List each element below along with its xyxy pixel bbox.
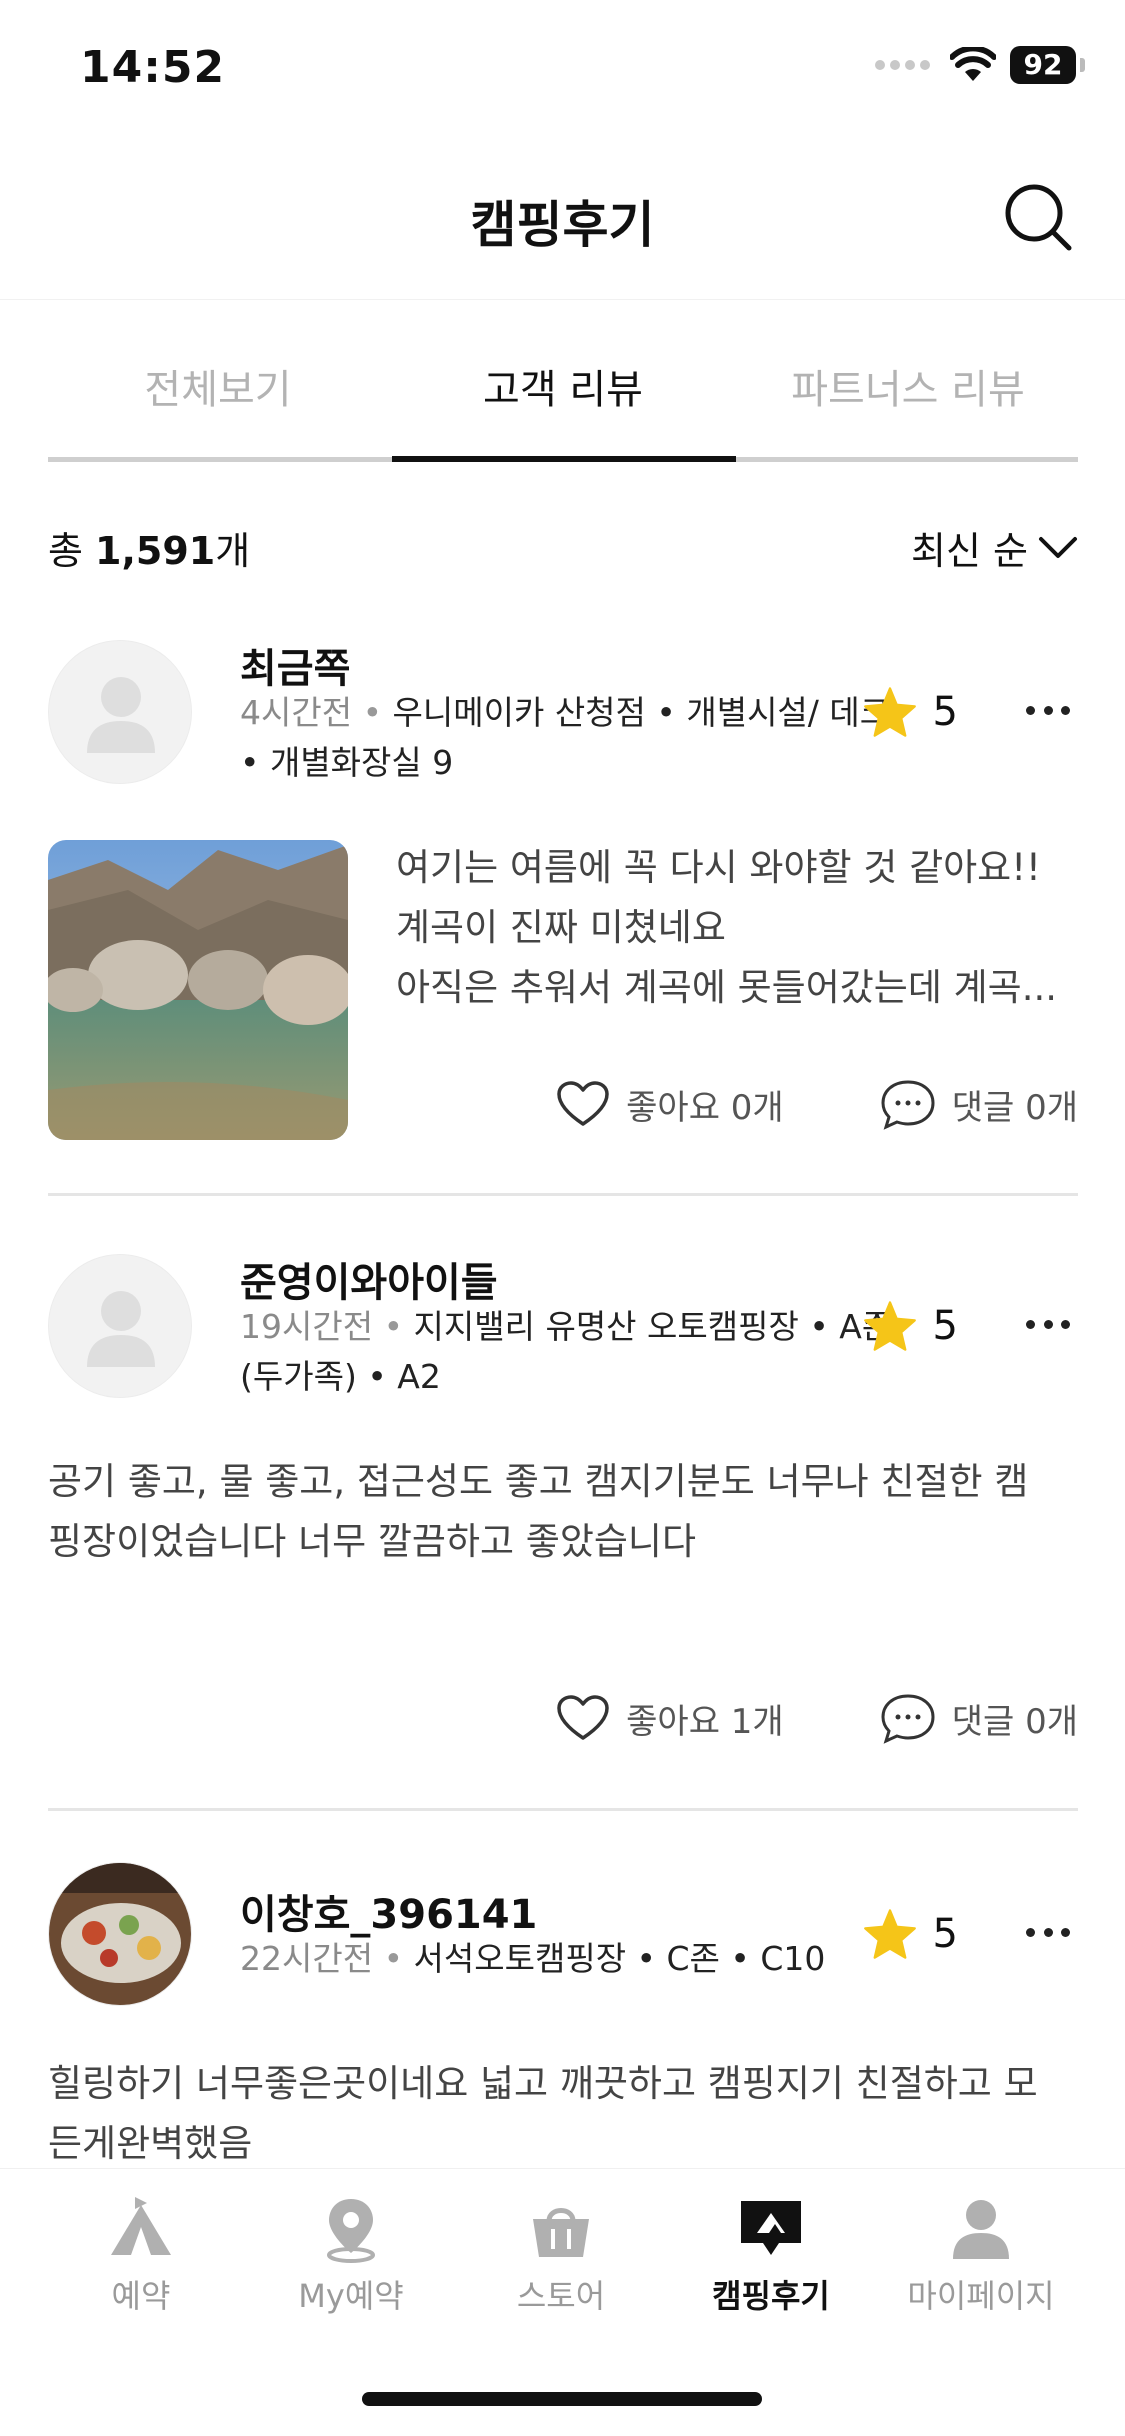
review-meta: 22시간전 • 서석오토캠핑장 • C존 • C10: [240, 1939, 826, 1978]
review-item: 최금쪽 4시간전 • 우니메이카 산청점 • 개별시설/ 데크 • 개별화장실 …: [48, 636, 1078, 1196]
tab-customer-reviews[interactable]: 고객 리뷰: [393, 330, 733, 462]
review-summary: 총 1,591개 최신 순: [48, 520, 1078, 580]
person-icon: [953, 2200, 1009, 2259]
reviewer-name[interactable]: 최금쪽: [240, 636, 350, 694]
nav-label: 예약: [111, 2277, 171, 2315]
star-icon: [863, 1301, 916, 1351]
status-bar: 14:52 92: [0, 0, 1125, 140]
nav-store[interactable]: 스토어: [456, 2193, 666, 2317]
page-title: 캠핑후기: [470, 196, 655, 254]
sort-dropdown[interactable]: 최신 순: [911, 520, 1078, 575]
like-count: 좋아요 1개: [626, 1701, 784, 1742]
user-photo-avatar: [49, 1863, 191, 2005]
avatar[interactable]: [48, 1862, 192, 2006]
status-time: 14:52: [80, 42, 226, 93]
search-icon[interactable]: [1003, 182, 1073, 252]
rating-value: 5: [932, 1303, 958, 1349]
default-avatar-icon: [87, 677, 155, 753]
review-time: 4시간전: [240, 693, 353, 732]
review-text[interactable]: 공기 좋고, 물 좋고, 접근성도 좋고 캠지기분도 너무나 친절한 캠 핑장이…: [48, 1452, 1078, 1572]
review-bubble-icon: [741, 2201, 801, 2255]
review-text-line: 힐링하기 너무좋은곳이네요 넓고 깨끗하고 캠핑지기 친절하고 모: [48, 2062, 1038, 2105]
review-meta: 4시간전 • 우니메이카 산청점 • 개별시설/ 데크 • 개별화장실 9: [240, 693, 891, 782]
review-text[interactable]: 힐링하기 너무좋은곳이네요 넓고 깨끗하고 캠핑지기 친절하고 모 든게완벽했음: [48, 2054, 1078, 2174]
status-indicators: 92: [875, 46, 1085, 84]
default-avatar-icon: [87, 1291, 155, 1367]
rating: 5: [863, 686, 958, 738]
cellular-signal-icon: [875, 60, 930, 70]
comment-button[interactable]: 댓글 0개: [880, 1078, 1078, 1130]
active-tab-indicator: [392, 456, 736, 462]
shopping-basket-icon: [533, 2208, 589, 2257]
review-time: 19시간전: [240, 1307, 374, 1346]
comment-count: 댓글 0개: [951, 1087, 1078, 1128]
review-tabs: 전체보기 고객 리뷰 파트너스 리뷰: [48, 330, 1078, 462]
review-text-line: 든게완벽했음: [48, 2122, 253, 2165]
more-options-icon[interactable]: [1026, 1928, 1070, 1940]
star-icon: [863, 687, 916, 737]
rating: 5: [863, 1300, 958, 1352]
sort-label: 최신 순: [911, 529, 1028, 573]
total-suffix: 개: [215, 529, 251, 573]
wifi-icon: [950, 47, 996, 81]
review-text-line: 계곡이 진짜 미쳤네요: [396, 906, 726, 949]
tab-all[interactable]: 전체보기: [48, 330, 388, 462]
review-item: 준영이와아이들 19시간전 • 지지밸리 유명산 오토캠핑장 • A존(두가족)…: [48, 1250, 1078, 1810]
header: 캠핑후기: [0, 140, 1125, 300]
heart-icon: [557, 1081, 609, 1126]
nav-camping-reviews[interactable]: 캠핑후기: [666, 2193, 876, 2317]
rating: 5: [863, 1908, 958, 1960]
comment-icon: [881, 1080, 935, 1130]
campsite-info[interactable]: 서석오토캠핑장 • C존 • C10: [414, 1939, 826, 1978]
review-meta: 19시간전 • 지지밸리 유명산 오토캠핑장 • A존(두가족) • A2: [240, 1307, 893, 1396]
review-actions: 좋아요 0개 댓글 0개: [556, 1078, 1078, 1130]
tent-icon: [111, 2197, 171, 2255]
review-text-line: 아직은 추워서 계곡에 못들어갔는데 계곡...: [396, 966, 1058, 1009]
review-text[interactable]: 여기는 여름에 꼭 다시 와야할 것 같아요!! 계곡이 진짜 미쳤네요 아직은…: [396, 838, 1078, 1018]
chevron-down-icon: [1039, 536, 1077, 558]
location-pin-icon: [327, 2199, 375, 2263]
review-divider: [48, 1808, 1078, 1811]
more-options-icon[interactable]: [1026, 1320, 1070, 1332]
nav-label: 마이페이지: [907, 2277, 1055, 2315]
like-count: 좋아요 0개: [626, 1087, 784, 1128]
comment-button[interactable]: 댓글 0개: [880, 1692, 1078, 1744]
star-icon: [863, 1909, 916, 1959]
tab-partner-reviews[interactable]: 파트너스 리뷰: [738, 330, 1078, 462]
rating-value: 5: [932, 689, 958, 735]
reviewer-name[interactable]: 준영이와아이들: [240, 1250, 498, 1308]
review-text-line: 여기는 여름에 꼭 다시 와야할 것 같아요!!: [396, 846, 1041, 889]
reviewer-name[interactable]: 이창호_396141: [240, 1882, 537, 1940]
nav-my-reservation[interactable]: My예약: [246, 2193, 456, 2317]
battery-cap: [1080, 58, 1085, 72]
nav-label: 스토어: [516, 2277, 606, 2315]
avatar[interactable]: [48, 640, 192, 784]
total-prefix: 총: [48, 529, 96, 573]
review-text-line: 핑장이었습니다 너무 깔끔하고 좋았습니다: [48, 1520, 697, 1563]
home-indicator[interactable]: [362, 2392, 762, 2406]
nav-my-page[interactable]: 마이페이지: [876, 2193, 1086, 2317]
like-button[interactable]: 좋아요 0개: [556, 1080, 784, 1129]
nav-label: 캠핑후기: [712, 2277, 830, 2315]
nav-reservation[interactable]: 예약: [36, 2193, 246, 2317]
review-time: 22시간전: [240, 1939, 374, 1978]
review-item: 이창호_396141 22시간전 • 서석오토캠핑장 • C존 • C10 5 …: [48, 1858, 1078, 2168]
total-count: 1,591: [95, 529, 216, 573]
review-divider: [48, 1193, 1078, 1196]
nav-label: My예약: [298, 2277, 404, 2315]
review-photo[interactable]: [48, 840, 348, 1140]
rating-value: 5: [932, 1911, 958, 1957]
review-text-line: 공기 좋고, 물 좋고, 접근성도 좋고 캠지기분도 너무나 친절한 캠: [48, 1460, 1029, 1503]
battery-indicator: 92: [1010, 46, 1076, 84]
more-options-icon[interactable]: [1026, 706, 1070, 718]
review-actions: 좋아요 1개 댓글 0개: [556, 1692, 1078, 1744]
comment-icon: [881, 1694, 935, 1744]
avatar[interactable]: [48, 1254, 192, 1398]
heart-icon: [557, 1695, 609, 1740]
comment-count: 댓글 0개: [951, 1701, 1078, 1742]
like-button[interactable]: 좋아요 1개: [556, 1694, 784, 1743]
